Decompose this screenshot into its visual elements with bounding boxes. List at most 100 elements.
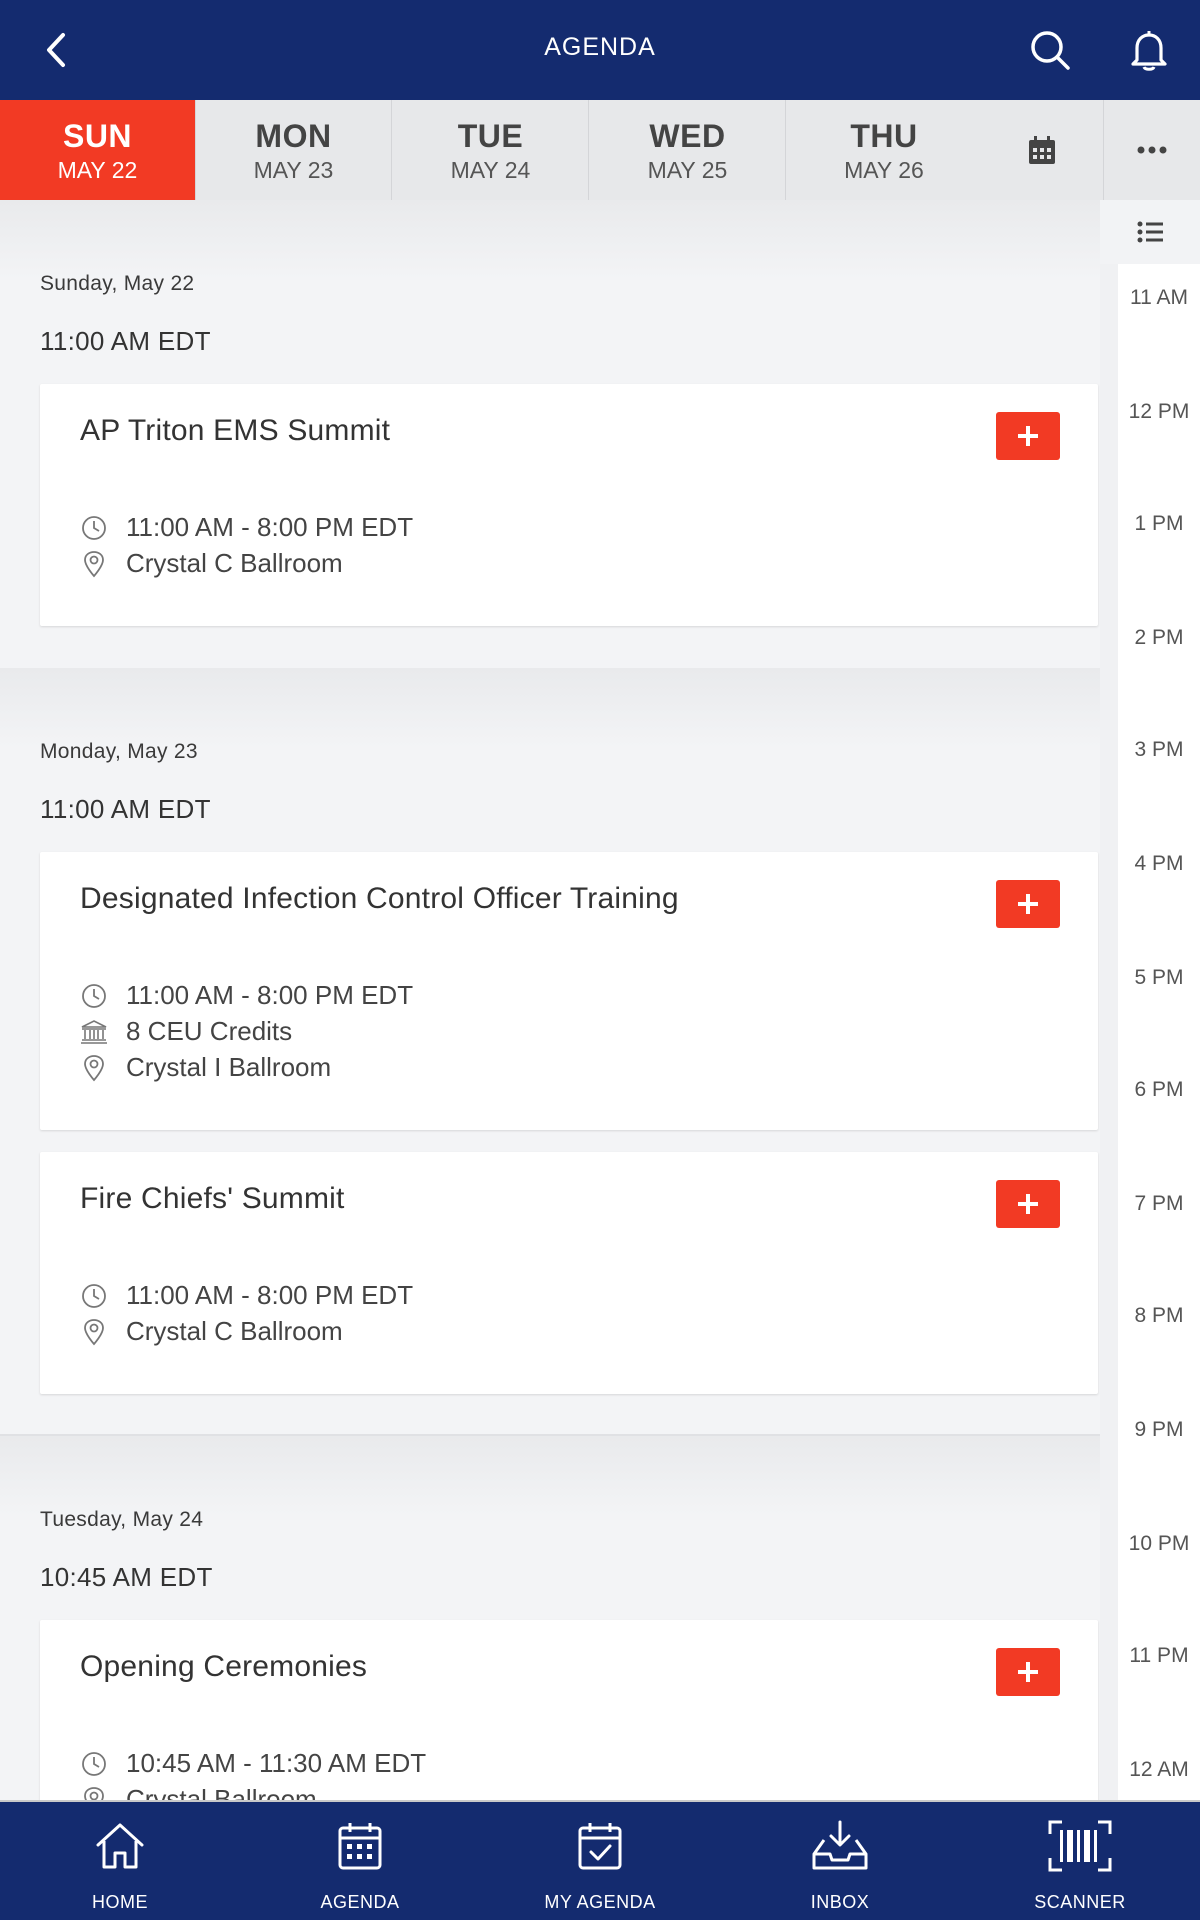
session-card[interactable]: AP Triton EMS Summit 11:00 AM - 8:00 PM … [40,384,1098,626]
nav-label: SCANNER [1034,1892,1126,1912]
nav-label: INBOX [810,1892,870,1912]
agenda-list[interactable]: Sunday, May 22 11:00 AM EDT AP Triton EM… [0,200,1100,1800]
location-pin-icon [80,1054,108,1082]
plus-icon [1018,894,1038,914]
rail-hour[interactable]: 4 PM [1118,852,1200,876]
barcode-icon [960,1818,1200,1874]
add-to-agenda-button[interactable] [996,1648,1060,1696]
rail-hour[interactable]: 6 PM [1118,1078,1200,1102]
search-button[interactable] [1022,22,1078,78]
calendar-icon [1029,136,1055,164]
session-location: Crystal C Ballroom [80,1316,343,1347]
rail-hour[interactable]: 10 PM [1118,1532,1200,1556]
more-horizontal-icon [1137,146,1167,154]
rail-hour[interactable]: 7 PM [1118,1192,1200,1216]
nav-agenda[interactable]: AGENDA [240,1802,480,1920]
nav-inbox[interactable]: INBOX [720,1802,960,1920]
section-time-heading: 10:45 AM EDT [40,1562,213,1592]
tab-day-label: TUE [457,118,524,154]
rail-hour[interactable]: 1 PM [1118,512,1200,536]
tab-date-label: MAY 24 [450,157,531,183]
rail-hour[interactable]: 8 PM [1118,1304,1200,1328]
section-time-heading: 11:00 AM EDT [40,326,211,356]
session-card[interactable]: Fire Chiefs' Summit 11:00 AM - 8:00 PM E… [40,1152,1098,1394]
add-to-agenda-button[interactable] [996,880,1060,928]
time-rail[interactable]: 11 AM 12 PM 1 PM 2 PM 3 PM 4 PM 5 PM 6 P… [1100,200,1200,1800]
section-day-heading: Tuesday, May 24 [40,1508,204,1531]
session-location-text: Crystal C Ballroom [126,548,343,578]
tab-day-label: MON [255,118,332,154]
rail-hour[interactable]: 12 AM [1118,1758,1200,1782]
clock-icon [80,514,108,542]
tab-day-label: SUN [62,118,133,154]
nav-my-agenda[interactable]: MY AGENDA [480,1802,720,1920]
location-pin-icon [80,1786,108,1800]
session-title: Fire Chiefs' Summit [80,1182,345,1215]
rail-hour[interactable]: 11 PM [1118,1644,1200,1668]
clock-icon [80,1750,108,1778]
session-time: 11:00 AM - 8:00 PM EDT [80,980,413,1011]
rail-hour[interactable]: 3 PM [1118,738,1200,762]
calendar-icon [240,1818,480,1874]
session-location: Crystal C Ballroom [80,548,343,579]
day-section: Sunday, May 22 11:00 AM EDT AP Triton EM… [0,200,1100,670]
session-title: Designated Infection Control Officer Tra… [80,882,679,915]
tab-tue[interactable]: TUE MAY 24 [393,100,589,200]
tab-day-label: WED [649,118,726,154]
home-icon [0,1818,240,1874]
section-day-heading: Monday, May 23 [40,740,198,763]
tab-thu[interactable]: THU MAY 26 [786,100,982,200]
plus-icon [1018,1194,1038,1214]
tab-date-label: MAY 25 [647,157,728,183]
rail-hour[interactable]: 12 PM [1118,400,1200,424]
app-header: AGENDA [0,0,1200,100]
nav-scanner[interactable]: SCANNER [960,1802,1200,1920]
tab-mon[interactable]: MON MAY 23 [196,100,392,200]
session-time: 10:45 AM - 11:30 AM EDT [80,1748,426,1779]
session-time: 11:00 AM - 8:00 PM EDT [80,1280,413,1311]
session-credits: 8 CEU Credits [80,1016,292,1047]
session-location: Crystal Ballroom [80,1784,317,1800]
tab-sun[interactable]: SUN MAY 22 [0,100,196,200]
session-location-text: Crystal Ballroom [126,1784,317,1800]
bell-icon [1131,31,1167,71]
rail-hour[interactable]: 5 PM [1118,966,1200,990]
session-time-text: 10:45 AM - 11:30 AM EDT [126,1748,427,1778]
session-time-text: 11:00 AM - 8:00 PM EDT [126,1280,414,1310]
session-title: Opening Ceremonies [80,1650,368,1683]
calendar-check-icon [480,1818,720,1874]
tab-wed[interactable]: WED MAY 25 [590,100,786,200]
tab-date-label: MAY 26 [844,157,924,183]
rail-hour[interactable]: 2 PM [1118,626,1200,650]
calendar-picker-button[interactable] [982,100,1102,200]
add-to-agenda-button[interactable] [996,412,1060,460]
page-title: AGENDA [544,33,656,61]
clock-icon [80,1282,108,1310]
day-tabs: SUN MAY 22 MON MAY 23 TUE MAY 24 WED MAY… [0,100,1200,200]
notifications-button[interactable] [1121,22,1177,78]
list-view-button[interactable] [1100,200,1200,264]
add-to-agenda-button[interactable] [996,1180,1060,1228]
nav-label: HOME [92,1892,148,1912]
session-time-text: 11:00 AM - 8:00 PM EDT [126,512,414,542]
session-card[interactable]: Designated Infection Control Officer Tra… [40,852,1098,1130]
plus-icon [1018,1662,1038,1682]
nav-home[interactable]: HOME [0,1802,240,1920]
location-pin-icon [80,1318,108,1346]
day-section: Monday, May 23 11:00 AM EDT Designated I… [0,668,1100,1436]
session-title: AP Triton EMS Summit [80,414,391,447]
nav-label: MY AGENDA [544,1892,656,1912]
location-pin-icon [80,550,108,578]
nav-label: AGENDA [320,1892,400,1912]
rail-hour[interactable]: 11 AM [1118,286,1200,310]
tab-day-label: THU [850,118,918,154]
list-icon [1137,221,1163,243]
more-options-button[interactable] [1103,100,1200,200]
session-time-text: 11:00 AM - 8:00 PM EDT [126,980,414,1010]
plus-icon [1018,426,1038,446]
session-card[interactable]: Opening Ceremonies 10:45 AM - 11:30 AM E… [40,1620,1098,1800]
rail-hour[interactable]: 9 PM [1118,1418,1200,1442]
section-time-heading: 11:00 AM EDT [40,794,211,824]
session-location-text: Crystal I Ballroom [126,1052,332,1082]
session-location-text: Crystal C Ballroom [126,1316,343,1346]
